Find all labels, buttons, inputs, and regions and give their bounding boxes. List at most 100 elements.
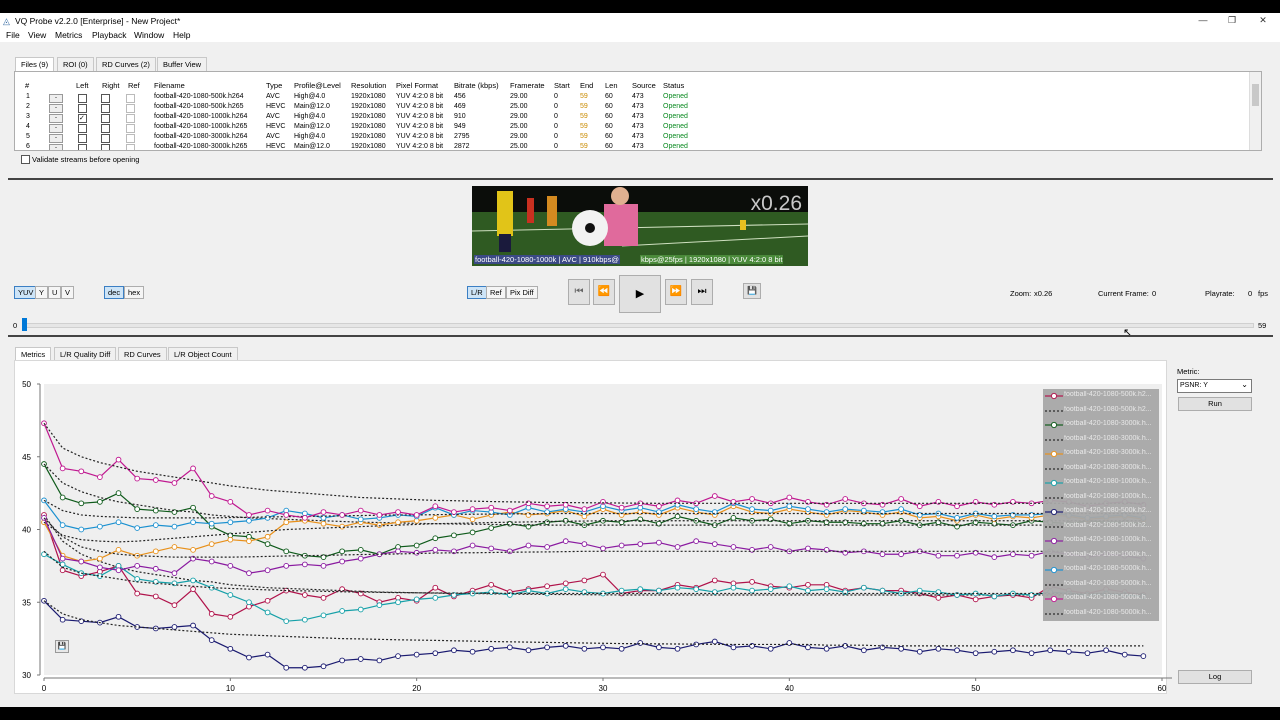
menu-help[interactable]: Help (173, 30, 190, 40)
plane-yuv-button[interactable]: YUV (14, 286, 38, 299)
legend-item[interactable]: football-420-1080-500k.h2... (1043, 389, 1159, 404)
view-lr-button[interactable]: L/R (467, 286, 487, 299)
preview-caption-right: kbps@25fps | 1920x1080 | YUV 4:2:0 8 bit (640, 255, 784, 264)
menu-window[interactable]: Window (134, 30, 164, 40)
save-chart-icon[interactable]: 💾 (55, 640, 69, 653)
next-frame-button[interactable]: ⏩ (665, 279, 687, 305)
ref-checkbox[interactable] (126, 124, 135, 133)
frame-slider-track[interactable] (22, 323, 1254, 328)
data-point (525, 587, 532, 594)
right-checkbox[interactable] (101, 104, 110, 113)
left-checkbox[interactable]: ✓ (78, 114, 87, 123)
legend-item[interactable]: football-420-1080-1000k.h... (1043, 549, 1159, 564)
table-row[interactable]: 5 football-420-1080-3000k.h264 AVC High@4.0… (15, 133, 1245, 143)
run-button[interactable]: Run (1178, 397, 1252, 411)
data-point (208, 520, 215, 527)
metrics-chart[interactable]: 50 45 40 35 30 0 10 20 30 40 50 60 (14, 361, 1184, 701)
save-frame-icon[interactable]: 💾 (743, 283, 761, 299)
data-point (283, 664, 290, 671)
minimize-button[interactable]: — (1190, 14, 1216, 27)
left-checkbox[interactable] (78, 144, 87, 150)
table-row[interactable]: 1 football-420-1080-500k.h264 AVC High@4.0 1… (15, 93, 1245, 103)
data-point (413, 549, 420, 556)
tab-files[interactable]: Files (9) (15, 57, 55, 72)
prev-frame-button[interactable]: ⏪ (593, 279, 615, 305)
ref-checkbox[interactable] (126, 114, 135, 123)
data-point (637, 541, 644, 547)
tab-buffer-view[interactable]: Buffer View (157, 57, 208, 72)
remove-file-button[interactable]: - (49, 114, 63, 123)
data-point (488, 525, 495, 531)
remove-file-button[interactable]: - (49, 94, 63, 103)
close-button[interactable]: ✕ (1250, 14, 1276, 27)
tab-roi[interactable]: ROI (0) (57, 57, 94, 72)
right-checkbox[interactable] (101, 144, 110, 150)
remove-file-button[interactable]: - (49, 134, 63, 143)
remove-file-button[interactable]: - (49, 124, 63, 133)
table-row[interactable]: 4 football-420-1080-1000k.h265 HEVC Main@12… (15, 123, 1245, 133)
left-checkbox[interactable] (78, 104, 87, 113)
legend-item[interactable]: football-420-1080-500k.h2... (1043, 505, 1159, 520)
first-frame-button[interactable]: ⏮ (568, 279, 590, 305)
ref-checkbox[interactable] (126, 94, 135, 103)
remove-file-button[interactable]: - (49, 104, 63, 113)
data-point (115, 519, 122, 526)
data-point (264, 533, 271, 540)
table-row[interactable]: 2 football-420-1080-500k.h265 HEVC Main@12.… (15, 103, 1245, 113)
decimal-button[interactable]: dec (104, 286, 125, 299)
legend-item[interactable]: football-420-1080-3000k.h... (1043, 418, 1159, 433)
remove-file-button[interactable]: - (49, 144, 63, 150)
legend-item[interactable]: football-420-1080-3000k.h... (1043, 447, 1159, 462)
data-point (786, 583, 793, 590)
tab-rd-curves[interactable]: RD Curves (2) (96, 57, 156, 72)
video-preview[interactable]: x0.26 football-420-1080-1000k | AVC | 91… (472, 186, 808, 266)
right-checkbox[interactable] (101, 114, 110, 123)
play-button[interactable]: ▶ (619, 275, 661, 313)
legend-item[interactable]: football-420-1080-1000k.h... (1043, 476, 1159, 491)
legend-item[interactable]: football-420-1080-5000k.h... (1043, 578, 1159, 593)
legend-item[interactable]: football-420-1080-500k.h2... (1043, 520, 1159, 535)
hex-button[interactable]: hex (124, 286, 145, 299)
legend-item[interactable]: football-420-1080-5000k.h... (1043, 607, 1159, 622)
last-frame-button[interactable]: ⏭ (691, 279, 713, 305)
legend-swatch (1045, 554, 1063, 557)
view-ref-button[interactable]: Ref (486, 286, 506, 299)
menu-file[interactable]: File (6, 30, 20, 40)
view-pixdiff-button[interactable]: Pix Diff (506, 286, 538, 299)
maximize-button[interactable]: ❐ (1219, 14, 1245, 27)
left-checkbox[interactable] (78, 124, 87, 133)
ref-checkbox[interactable] (126, 104, 135, 113)
data-point (488, 504, 495, 511)
left-checkbox[interactable] (78, 134, 87, 143)
legend-item[interactable]: football-420-1080-5000k.h... (1043, 592, 1159, 607)
legend-item[interactable]: football-420-1080-5000k.h... (1043, 563, 1159, 578)
legend-item[interactable]: football-420-1080-3000k.h... (1043, 462, 1159, 477)
right-checkbox[interactable] (101, 134, 110, 143)
data-point (152, 522, 159, 528)
legend-item[interactable]: football-420-1080-3000k.h... (1043, 433, 1159, 448)
legend-item[interactable]: football-420-1080-500k.h2... (1043, 404, 1159, 419)
table-row[interactable]: 3 football-420-1080-1000k.h264 AVC High@4.0… (15, 113, 1245, 123)
left-checkbox[interactable] (78, 94, 87, 103)
ref-checkbox[interactable] (126, 134, 135, 143)
legend-item[interactable]: football-420-1080-1000k.h... (1043, 534, 1159, 549)
plane-u-button[interactable]: U (48, 286, 62, 299)
right-checkbox[interactable] (101, 124, 110, 133)
menu-view[interactable]: View (28, 30, 46, 40)
metric-select[interactable]: PSNR: Y ⌄ (1177, 379, 1252, 393)
log-button[interactable]: Log (1178, 670, 1252, 684)
plane-v-button[interactable]: V (61, 286, 75, 299)
legend-swatch (1045, 612, 1063, 615)
table-row[interactable]: 6 football-420-1080-3000k.h265 HEVC Main@12… (15, 143, 1245, 150)
menu-playback[interactable]: Playback (92, 30, 127, 40)
ref-checkbox[interactable] (126, 144, 135, 150)
menu-metrics[interactable]: Metrics (55, 30, 82, 40)
table-scrollbar[interactable] (1249, 72, 1261, 150)
data-point (59, 522, 66, 528)
right-checkbox[interactable] (101, 94, 110, 103)
validate-checkbox[interactable] (21, 155, 30, 164)
frame-slider-handle[interactable] (22, 318, 27, 331)
data-point (302, 616, 308, 623)
legend-item[interactable]: football-420-1080-1000k.h... (1043, 491, 1159, 506)
plane-y-button[interactable]: Y (35, 286, 49, 299)
